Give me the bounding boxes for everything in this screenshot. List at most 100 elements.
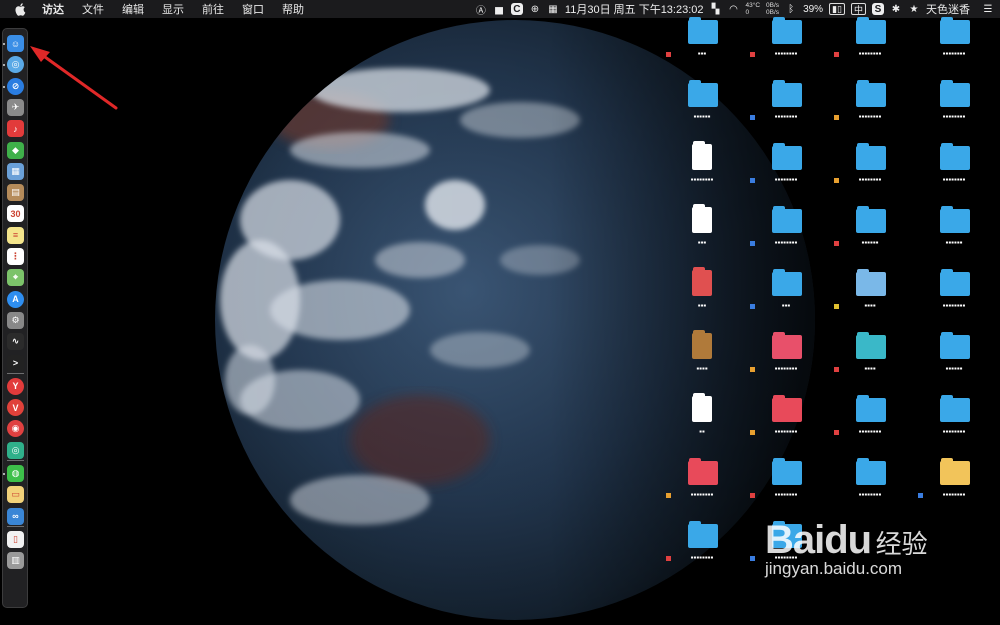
desktop-folder[interactable]: ▪▪▪▪▪▪▪▪ bbox=[830, 80, 910, 139]
item-label: ▪▪▪▪▪▪▪▪ bbox=[774, 176, 798, 184]
dock-app-store-icon[interactable]: A bbox=[7, 290, 24, 308]
dock-wechat-icon[interactable]: ◍ bbox=[7, 465, 24, 482]
dock-calendar-icon[interactable]: 30 bbox=[7, 205, 24, 223]
battery-percent[interactable]: 39% bbox=[803, 2, 823, 16]
c-app-icon[interactable]: C bbox=[510, 3, 523, 15]
globe-icon[interactable]: ⊕ bbox=[529, 2, 541, 16]
running-indicator bbox=[3, 85, 5, 88]
dock-infinity-icon[interactable]: ∞ bbox=[7, 507, 24, 525]
desktop-folder[interactable]: ▪▪▪▪ bbox=[830, 332, 910, 391]
file-icon bbox=[692, 141, 712, 170]
desktop-folder[interactable]: ▪▪▪▪▪▪▪▪ bbox=[662, 521, 742, 580]
desktop-folder[interactable]: ▪▪▪▪▪▪▪▪ bbox=[914, 143, 994, 202]
dock-maps-icon[interactable]: ⌖ bbox=[7, 269, 24, 287]
desktop-file[interactable]: ▪▪▪ bbox=[662, 204, 742, 265]
bluetooth-alt-icon[interactable]: ᛒ bbox=[785, 2, 797, 16]
desktop-folder[interactable]: ▪▪▪▪▪▪▪▪ bbox=[830, 458, 910, 517]
input-method-icon[interactable]: 中 bbox=[850, 3, 866, 15]
desktop-folder[interactable]: ▪▪▪▪▪▪▪▪ bbox=[662, 458, 742, 517]
desktop-folder[interactable]: ▪▪▪▪▪▪▪▪ bbox=[746, 458, 826, 517]
dock-safari-icon[interactable]: ⊘ bbox=[7, 77, 24, 95]
menu-help[interactable]: 帮助 bbox=[282, 1, 304, 17]
theme-name[interactable]: 天色迷香 bbox=[926, 1, 970, 17]
accessibility-icon[interactable]: Ⓐ bbox=[475, 2, 487, 17]
temperature-readout[interactable]: 43°C 0 bbox=[746, 2, 761, 16]
desktop-folder[interactable]: ▪▪▪ bbox=[662, 17, 742, 76]
folder-icon bbox=[688, 17, 718, 44]
dock-green-app-icon[interactable]: ◎ bbox=[7, 441, 24, 459]
battery-icon[interactable]: ▮▯ bbox=[829, 3, 845, 15]
desktop-folder[interactable]: ▪▪▪▪▪▪▪▪ bbox=[914, 395, 994, 454]
dock-finder-icon[interactable]: ☺ bbox=[7, 35, 24, 52]
item-label: ▪▪▪▪ bbox=[696, 365, 708, 373]
dock-terminal-icon[interactable]: > bbox=[7, 354, 24, 372]
apple-menu-icon[interactable] bbox=[14, 2, 28, 16]
menu-edit[interactable]: 编辑 bbox=[122, 1, 144, 17]
desktop-file[interactable]: ▪▪▪ bbox=[662, 267, 742, 328]
network-speed[interactable]: 0B/s 0B/s bbox=[766, 2, 779, 16]
item-label: ▪▪▪▪▪▪▪▪ bbox=[858, 176, 882, 184]
dock-netease-icon[interactable]: ♪ bbox=[7, 120, 24, 138]
folder-icon bbox=[772, 332, 802, 359]
desktop-folder[interactable]: ▪▪▪▪▪▪▪▪ bbox=[746, 332, 826, 391]
desktop-folder[interactable]: ▪▪▪▪▪▪▪▪ bbox=[914, 17, 994, 76]
desktop-folder[interactable]: ▪▪▪▪▪▪▪▪ bbox=[914, 269, 994, 328]
dock-trash-icon[interactable]: ▥ bbox=[7, 552, 24, 570]
desktop-folder[interactable]: ▪▪▪ bbox=[746, 269, 826, 328]
item-label: ▪▪▪ bbox=[697, 50, 707, 58]
folder-icon bbox=[688, 521, 718, 548]
desktop-folder[interactable]: ▪▪▪▪▪▪▪▪ bbox=[830, 17, 910, 76]
dock-vivaldi-icon[interactable]: V bbox=[7, 399, 24, 417]
item-label: ▪▪▪▪▪▪▪▪ bbox=[690, 554, 714, 562]
desktop-folder[interactable]: ▪▪▪▪▪▪ bbox=[914, 206, 994, 265]
desktop-folder[interactable]: ▪▪▪▪▪▪ bbox=[830, 206, 910, 265]
desktop-folder[interactable]: ▪▪▪▪▪▪▪▪ bbox=[746, 206, 826, 265]
desktop-file[interactable]: ▪▪▪▪ bbox=[662, 330, 742, 391]
desktop-file[interactable]: ▪▪▪▪▪▪▪▪ bbox=[662, 141, 742, 202]
item-label: ▪▪▪▪▪▪▪▪ bbox=[942, 302, 966, 310]
bluetooth-icon[interactable]: ✱ bbox=[890, 2, 902, 16]
temperature-value: 43°C bbox=[745, 2, 761, 9]
s-app-icon[interactable]: S bbox=[872, 3, 884, 15]
menu-app-finder[interactable]: 访达 bbox=[42, 1, 64, 17]
desktop-folder[interactable]: ▪▪▪▪▪▪▪▪ bbox=[746, 395, 826, 454]
desktop-folder[interactable]: ▪▪▪▪▪▪▪▪ bbox=[830, 395, 910, 454]
item-label: ▪▪▪▪▪▪ bbox=[693, 113, 711, 121]
dock-sticky-icon[interactable]: ▭ bbox=[7, 486, 24, 504]
desktop-folder[interactable]: ▪▪▪▪ bbox=[830, 269, 910, 328]
menu-window[interactable]: 窗口 bbox=[242, 1, 264, 17]
grid-icon[interactable]: ▚ bbox=[710, 2, 722, 16]
list-icon[interactable]: ☰ bbox=[982, 2, 994, 16]
star-icon[interactable]: ★ bbox=[908, 2, 920, 16]
menubar-clock[interactable]: 11月30日 周五 下午13:23:02 bbox=[565, 1, 704, 17]
desktop-folder[interactable]: ▪▪▪▪▪▪▪▪ bbox=[746, 17, 826, 76]
dock-document-icon[interactable]: ▯ bbox=[7, 530, 24, 548]
dock-safari-alt-icon[interactable]: ◎ bbox=[7, 56, 24, 74]
desktop-folder[interactable]: ▪▪▪▪▪▪ bbox=[914, 332, 994, 391]
menu-file[interactable]: 文件 bbox=[82, 1, 104, 17]
dock-yandex-icon[interactable]: Y bbox=[7, 377, 24, 395]
menu-go[interactable]: 前往 bbox=[202, 1, 224, 17]
desktop-folder[interactable]: ▪▪▪▪▪▪▪▪ bbox=[914, 80, 994, 139]
dock-notes-icon[interactable]: ≡ bbox=[7, 226, 24, 244]
dock-contacts-icon[interactable]: ▤ bbox=[7, 184, 24, 202]
desktop-folder[interactable]: ▪▪▪▪▪▪▪▪ bbox=[914, 458, 994, 517]
dock-android-icon[interactable]: ◆ bbox=[7, 141, 24, 159]
dock-activity-monitor-icon[interactable]: ∿ bbox=[7, 333, 24, 351]
calendar-icon[interactable]: ▦ bbox=[547, 2, 559, 16]
dock-weibo-icon[interactable]: ◉ bbox=[7, 420, 24, 438]
folder-icon bbox=[940, 143, 970, 170]
desktop-folder[interactable]: ▪▪▪▪▪▪▪▪ bbox=[746, 143, 826, 202]
desktop-file[interactable]: ▪▪ bbox=[662, 393, 742, 454]
desktop-folder[interactable]: ▪▪▪▪▪▪ bbox=[662, 80, 742, 139]
dock-preview-icon[interactable]: ▦ bbox=[7, 162, 24, 180]
desktop-folder[interactable]: ▪▪▪▪▪▪▪▪ bbox=[830, 143, 910, 202]
dock-system-preferences-icon[interactable]: ⚙ bbox=[7, 311, 24, 329]
dock-reminders-icon[interactable]: ⋮ bbox=[7, 248, 24, 265]
desktop-folder[interactable]: ▪▪▪▪▪▪▪▪ bbox=[746, 80, 826, 139]
menu-view[interactable]: 显示 bbox=[162, 1, 184, 17]
item-label: ▪▪▪▪▪▪▪▪ bbox=[858, 428, 882, 436]
dock-launchpad-icon[interactable]: ✈ bbox=[7, 98, 24, 116]
wifi-icon[interactable]: ◠ bbox=[728, 2, 740, 16]
messages-icon[interactable]: ▅ bbox=[493, 2, 505, 16]
